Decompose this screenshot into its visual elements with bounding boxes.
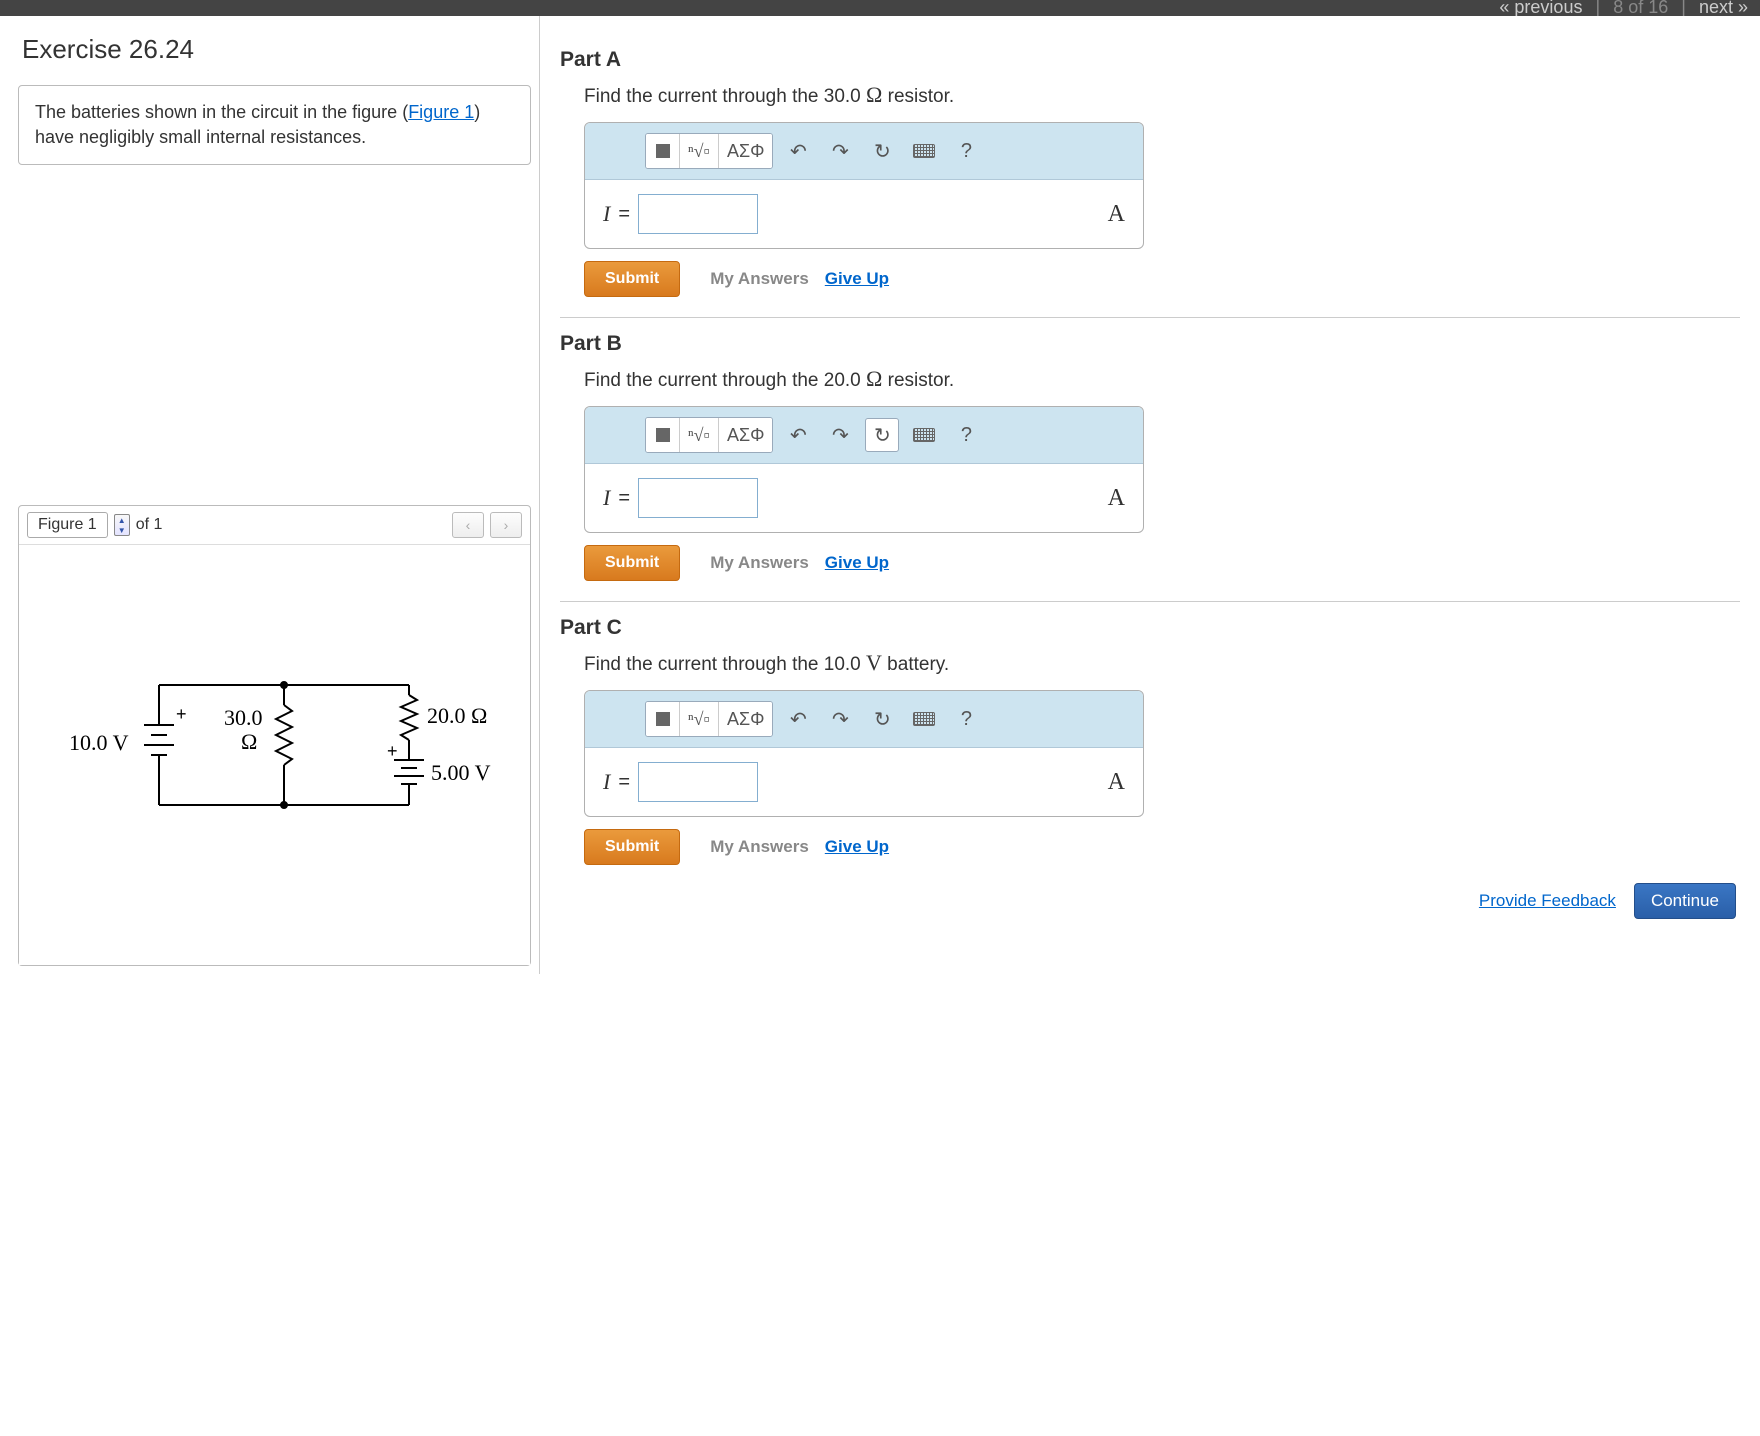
undo-icon[interactable]: ↶ [781, 418, 815, 452]
nav-strip: « previous | 8 of 16 | next » [0, 0, 1760, 16]
part-prompt: Find the current through the 30.0 Ω resi… [584, 82, 1740, 108]
give-up-link[interactable]: Give Up [825, 269, 889, 289]
answer-input[interactable] [638, 478, 758, 518]
figure-next-button[interactable]: › [490, 512, 522, 538]
undo-icon[interactable]: ↶ [781, 702, 815, 736]
answer-box: ⁿ√▫ ΑΣΦ ↶ ↷ ↻ ? I = A [584, 122, 1144, 249]
unit-label: A [1108, 201, 1125, 228]
keyboard-icon[interactable] [907, 418, 941, 452]
template-icon[interactable] [646, 134, 680, 168]
submit-button[interactable]: Submit [584, 829, 680, 865]
greek-symbols-button[interactable]: ΑΣΦ [719, 702, 773, 736]
template-icon[interactable] [646, 418, 680, 452]
circuit-diagram: 10.0 V + 30.0 Ω 20.0 Ω + 5.00 V [49, 665, 509, 885]
figure-label: Figure 1 [27, 512, 108, 538]
unit-label: A [1108, 769, 1125, 796]
svg-text:10.0 V: 10.0 V [69, 730, 129, 755]
part-title: Part A [560, 48, 1740, 72]
figure-prev-button[interactable]: ‹ [452, 512, 484, 538]
radical-fraction-icon[interactable]: ⁿ√▫ [680, 418, 719, 452]
figure-spinner[interactable]: ▲▼ [114, 514, 130, 536]
part-prompt: Find the current through the 20.0 Ω resi… [584, 366, 1740, 392]
give-up-link[interactable]: Give Up [825, 553, 889, 573]
svg-text:+: + [387, 741, 398, 761]
redo-icon[interactable]: ↷ [823, 134, 857, 168]
radical-fraction-icon[interactable]: ⁿ√▫ [680, 134, 719, 168]
reset-icon[interactable]: ↻ [865, 134, 899, 168]
part-title: Part B [560, 332, 1740, 356]
answer-input[interactable] [638, 194, 758, 234]
reset-icon[interactable]: ↻ [865, 702, 899, 736]
svg-text:5.00 V: 5.00 V [431, 760, 491, 785]
figure-body: 10.0 V + 30.0 Ω 20.0 Ω + 5.00 V [19, 545, 530, 965]
variable-label: I [603, 201, 610, 227]
help-icon[interactable]: ? [949, 702, 983, 736]
problem-statement: The batteries shown in the circuit in th… [18, 85, 531, 165]
give-up-link[interactable]: Give Up [825, 837, 889, 857]
variable-label: I [603, 485, 610, 511]
figure-panel: Figure 1 ▲▼ of 1 ‹ › [18, 505, 531, 966]
redo-icon[interactable]: ↷ [823, 418, 857, 452]
svg-text:+: + [176, 704, 187, 724]
svg-text:20.0 Ω: 20.0 Ω [427, 703, 487, 728]
nav-position: 8 of 16 [1613, 0, 1668, 16]
answer-toolbar: ⁿ√▫ ΑΣΦ ↶ ↷ ↻ ? [585, 123, 1143, 180]
my-answers-link[interactable]: My Answers [710, 553, 809, 573]
part-a: Part A Find the current through the 30.0… [560, 48, 1740, 297]
answer-toolbar: ⁿ√▫ ΑΣΦ ↶ ↷ ↻ ? [585, 407, 1143, 464]
provide-feedback-link[interactable]: Provide Feedback [1479, 891, 1616, 911]
my-answers-link[interactable]: My Answers [710, 837, 809, 857]
nav-next[interactable]: next » [1699, 0, 1748, 16]
redo-icon[interactable]: ↷ [823, 702, 857, 736]
radical-fraction-icon[interactable]: ⁿ√▫ [680, 702, 719, 736]
help-icon[interactable]: ? [949, 134, 983, 168]
part-b: Part B Find the current through the 20.0… [560, 332, 1740, 581]
greek-symbols-button[interactable]: ΑΣΦ [719, 134, 773, 168]
reset-icon[interactable]: ↻ [865, 418, 899, 452]
answer-box: ⁿ√▫ ΑΣΦ ↶ ↷ ↻ ? I = A [584, 406, 1144, 533]
unit-label: A [1108, 485, 1125, 512]
nav-previous[interactable]: « previous [1499, 0, 1582, 16]
continue-button[interactable]: Continue [1634, 883, 1736, 919]
undo-icon[interactable]: ↶ [781, 134, 815, 168]
answer-box: ⁿ√▫ ΑΣΦ ↶ ↷ ↻ ? I = A [584, 690, 1144, 817]
figure-link[interactable]: Figure 1 [408, 102, 474, 122]
answer-toolbar: ⁿ√▫ ΑΣΦ ↶ ↷ ↻ ? [585, 691, 1143, 748]
part-c: Part C Find the current through the 10.0… [560, 616, 1740, 865]
my-answers-link[interactable]: My Answers [710, 269, 809, 289]
svg-text:30.0: 30.0 [224, 705, 263, 730]
submit-button[interactable]: Submit [584, 545, 680, 581]
help-icon[interactable]: ? [949, 418, 983, 452]
variable-label: I [603, 769, 610, 795]
keyboard-icon[interactable] [907, 702, 941, 736]
figure-count: of 1 [136, 516, 163, 534]
part-prompt: Find the current through the 10.0 V batt… [584, 650, 1740, 676]
greek-symbols-button[interactable]: ΑΣΦ [719, 418, 773, 452]
exercise-title: Exercise 26.24 [18, 34, 531, 65]
submit-button[interactable]: Submit [584, 261, 680, 297]
template-icon[interactable] [646, 702, 680, 736]
keyboard-icon[interactable] [907, 134, 941, 168]
part-title: Part C [560, 616, 1740, 640]
answer-input[interactable] [638, 762, 758, 802]
svg-text:Ω: Ω [241, 729, 257, 754]
